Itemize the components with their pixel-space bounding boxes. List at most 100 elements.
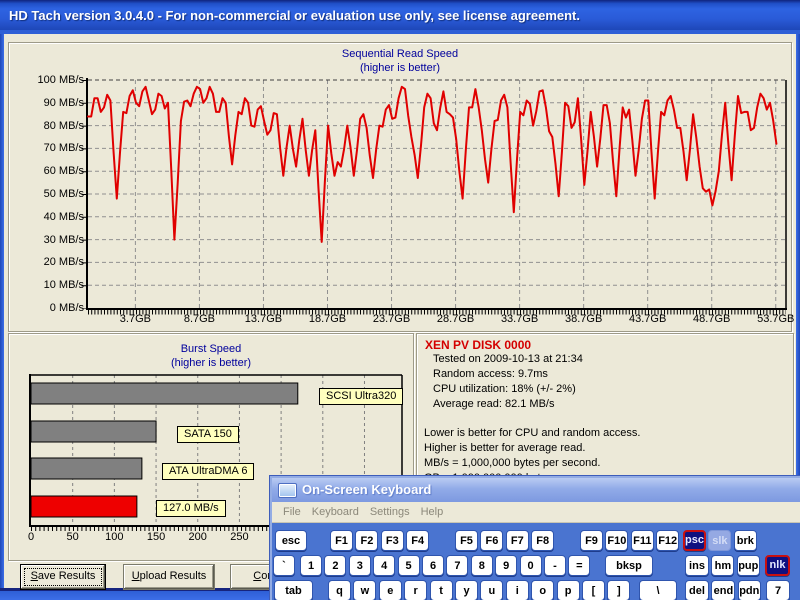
sequential-read-chart bbox=[80, 70, 792, 332]
hdtach-window-title: HD Tach version 3.0.4.0 - For non-commer… bbox=[9, 8, 580, 23]
key-F5[interactable]: F5 bbox=[455, 530, 478, 551]
key-F8[interactable]: F8 bbox=[531, 530, 554, 551]
seq-x-tick-label: 28.7GB bbox=[430, 313, 482, 325]
key-6[interactable]: 6 bbox=[422, 555, 444, 576]
key-end[interactable]: end bbox=[711, 580, 735, 600]
key-=[interactable]: = bbox=[568, 555, 590, 576]
burst-bar-label: 127.0 MB/s bbox=[156, 500, 226, 517]
key-F3[interactable]: F3 bbox=[381, 530, 404, 551]
osk-window-title: On-Screen Keyboard bbox=[302, 477, 431, 502]
key-pup[interactable]: pup bbox=[737, 555, 760, 576]
key-[[interactable]: [ bbox=[582, 580, 605, 600]
key-ins[interactable]: ins bbox=[685, 555, 709, 576]
key-F6[interactable]: F6 bbox=[480, 530, 503, 551]
key-tab[interactable]: tab bbox=[274, 580, 313, 600]
window-frame-left bbox=[0, 34, 4, 588]
burst-chart-title: Burst Speed bbox=[9, 343, 413, 355]
osk-titlebar[interactable]: On-Screen Keyboard bbox=[272, 478, 800, 502]
key-esc[interactable]: esc bbox=[275, 530, 307, 551]
seq-x-tick-label: 53.7GB bbox=[750, 313, 800, 325]
key-2[interactable]: 2 bbox=[324, 555, 346, 576]
key-F1[interactable]: F1 bbox=[330, 530, 353, 551]
burst-bar-label: SATA 150 bbox=[177, 426, 239, 443]
drive-stat-line: Average read: 82.1 MB/s bbox=[433, 398, 554, 410]
drive-note-line: Higher is better for average read. bbox=[424, 442, 585, 454]
seq-x-tick-label: 38.7GB bbox=[558, 313, 610, 325]
key-5[interactable]: 5 bbox=[398, 555, 420, 576]
key-7[interactable]: 7 bbox=[446, 555, 468, 576]
key-F12[interactable]: F12 bbox=[656, 530, 679, 551]
key-u[interactable]: u bbox=[480, 580, 503, 600]
key-][interactable]: ] bbox=[607, 580, 630, 600]
key-F10[interactable]: F10 bbox=[605, 530, 628, 551]
key-t[interactable]: t bbox=[430, 580, 453, 600]
seq-y-tick-label: 10 MB/s bbox=[24, 279, 84, 291]
drive-stat-line: Random access: 9.7ms bbox=[433, 368, 548, 380]
seq-x-tick-label: 43.7GB bbox=[622, 313, 674, 325]
seq-y-tick-label: 60 MB/s bbox=[24, 165, 84, 177]
key-8[interactable]: 8 bbox=[471, 555, 493, 576]
key-9[interactable]: 9 bbox=[495, 555, 517, 576]
seq-y-tick-label: 40 MB/s bbox=[24, 211, 84, 223]
drive-stat-line: CPU utilization: 18% (+/- 2%) bbox=[433, 383, 576, 395]
save-results-button[interactable]: Save Results bbox=[20, 564, 106, 590]
seq-y-tick-label: 70 MB/s bbox=[24, 142, 84, 154]
seq-x-tick-label: 13.7GB bbox=[237, 313, 289, 325]
key-y[interactable]: y bbox=[455, 580, 478, 600]
drive-note-line: Lower is better for CPU and random acces… bbox=[424, 427, 640, 439]
key--[interactable]: - bbox=[544, 555, 566, 576]
burst-bar-label: ATA UltraDMA 6 bbox=[162, 463, 254, 480]
osk-menu-file[interactable]: File bbox=[283, 502, 301, 522]
seq-y-tick-label: 50 MB/s bbox=[24, 188, 84, 200]
key-slk[interactable]: slk bbox=[708, 530, 731, 551]
key-F4[interactable]: F4 bbox=[406, 530, 429, 551]
key-F11[interactable]: F11 bbox=[631, 530, 654, 551]
drive-name: XEN PV DISK 0000 bbox=[425, 338, 531, 352]
seq-y-tick-label: 100 MB/s bbox=[24, 74, 84, 86]
key-4[interactable]: 4 bbox=[373, 555, 395, 576]
key-hm[interactable]: hm bbox=[711, 555, 734, 576]
key-r[interactable]: r bbox=[404, 580, 427, 600]
upload-results-button[interactable]: Upload Results bbox=[123, 564, 215, 590]
key-F7[interactable]: F7 bbox=[506, 530, 529, 551]
key-pdn[interactable]: pdn bbox=[738, 580, 761, 600]
key-backslash[interactable]: \ bbox=[639, 580, 677, 600]
window-frame-top bbox=[0, 30, 800, 34]
key-brk[interactable]: brk bbox=[734, 530, 757, 551]
keyboard-icon bbox=[278, 483, 297, 498]
key-F9[interactable]: F9 bbox=[580, 530, 603, 551]
key-1[interactable]: 1 bbox=[300, 555, 322, 576]
seq-y-tick-label: 90 MB/s bbox=[24, 97, 84, 109]
hdtach-titlebar[interactable]: HD Tach version 3.0.4.0 - For non-commer… bbox=[0, 0, 800, 30]
screen: HD Tach version 3.0.4.0 - For non-commer… bbox=[0, 0, 800, 600]
key-del[interactable]: del bbox=[685, 580, 709, 600]
seq-y-tick-label: 30 MB/s bbox=[24, 234, 84, 246]
burst-chart-subtitle: (higher is better) bbox=[9, 357, 413, 369]
burst-bar-label: SCSI Ultra320 bbox=[319, 388, 403, 405]
drive-stat-line: Tested on 2009-10-13 at 21:34 bbox=[433, 353, 583, 365]
osk-menubar: File Keyboard Settings Help bbox=[272, 502, 800, 523]
key-bksp[interactable]: bksp bbox=[605, 555, 653, 576]
key-psc[interactable]: psc bbox=[683, 530, 706, 551]
key-`[interactable]: ` bbox=[273, 555, 295, 576]
osk-key-area: esc F1F2F3F4 F5F6F7F8 F9F10F11F12pscslkbrk `… bbox=[272, 523, 800, 600]
key-3[interactable]: 3 bbox=[349, 555, 371, 576]
key-o[interactable]: o bbox=[531, 580, 554, 600]
seq-y-tick-label: 0 MB/s bbox=[24, 302, 84, 314]
key-q[interactable]: q bbox=[328, 580, 351, 600]
key-0[interactable]: 0 bbox=[520, 555, 542, 576]
osk-menu-help[interactable]: Help bbox=[421, 502, 444, 522]
key-p[interactable]: p bbox=[557, 580, 580, 600]
key-w[interactable]: w bbox=[353, 580, 376, 600]
key-7[interactable]: 7 bbox=[766, 580, 790, 600]
seq-x-tick-label: 18.7GB bbox=[301, 313, 353, 325]
osk-menu-settings[interactable]: Settings bbox=[370, 502, 410, 522]
key-F2[interactable]: F2 bbox=[355, 530, 378, 551]
osk-menu-keyboard[interactable]: Keyboard bbox=[312, 502, 359, 522]
key-e[interactable]: e bbox=[379, 580, 402, 600]
key-nlk[interactable]: nlk bbox=[765, 555, 790, 576]
seq-x-tick-label: 3.7GB bbox=[109, 313, 161, 325]
key-i[interactable]: i bbox=[506, 580, 529, 600]
seq-y-tick-label: 80 MB/s bbox=[24, 120, 84, 132]
seq-x-tick-label: 8.7GB bbox=[173, 313, 225, 325]
